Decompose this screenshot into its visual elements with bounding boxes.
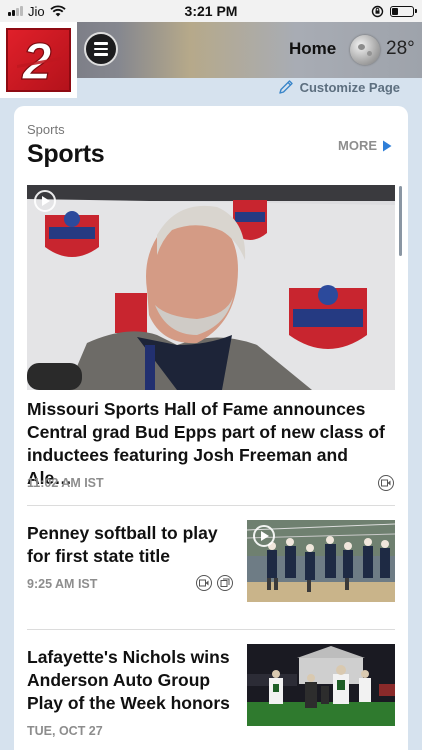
story-headline[interactable]: Lafayette's Nichols wins Anderson Auto G… <box>27 646 237 715</box>
moon-icon[interactable] <box>350 35 380 65</box>
customize-label: Customize Page <box>299 79 400 95</box>
play-circle-icon <box>34 190 56 212</box>
battery-icon <box>390 5 417 17</box>
video-icon <box>196 575 212 591</box>
story-timestamp: TUE, OCT 27 <box>27 724 103 738</box>
play-arrow-icon <box>383 140 392 151</box>
temperature[interactable]: 28° <box>386 38 415 60</box>
story-timestamp: 9:25 AM IST <box>27 577 98 591</box>
more-button[interactable]: MORE <box>338 138 392 153</box>
section-title: Sports <box>27 140 105 168</box>
signal-icon <box>8 6 23 16</box>
divider <box>27 505 395 506</box>
carrier-label: Jio <box>28 3 45 19</box>
status-right <box>371 5 417 18</box>
football-image <box>247 644 395 726</box>
pencil-icon <box>278 80 293 94</box>
status-left: Jio <box>8 4 66 19</box>
sports-card: Sports Sports MORE Missouri Sports Hall … <box>14 106 408 750</box>
hero-video-thumbnail[interactable] <box>27 185 395 390</box>
play-circle-icon <box>253 525 275 547</box>
station-logo[interactable]: 2 <box>0 22 77 98</box>
hero-timestamp: 11:02 AM IST <box>27 476 104 490</box>
menu-button[interactable] <box>84 32 118 66</box>
app-header: 2 Home 28° <box>0 22 422 98</box>
more-label: MORE <box>338 138 377 153</box>
divider <box>27 629 395 630</box>
rotation-lock-icon <box>371 5 384 17</box>
scrollbar[interactable] <box>399 186 402 256</box>
logo-icon: 2 <box>16 35 61 85</box>
story-headline[interactable]: Penney softball to play for first state … <box>27 522 237 568</box>
gallery-icon <box>217 575 233 591</box>
status-bar: Jio 3:21 PM <box>0 0 422 22</box>
section-eyebrow: Sports <box>27 122 65 137</box>
home-link[interactable]: Home <box>289 39 336 59</box>
story-thumbnail[interactable] <box>247 520 395 602</box>
logo-mark: 2 <box>6 28 71 92</box>
story-thumbnail[interactable] <box>247 644 395 726</box>
video-icon <box>378 475 394 491</box>
hero-image <box>27 185 395 390</box>
wifi-icon <box>49 5 66 17</box>
customize-page-button[interactable]: Customize Page <box>278 79 400 95</box>
